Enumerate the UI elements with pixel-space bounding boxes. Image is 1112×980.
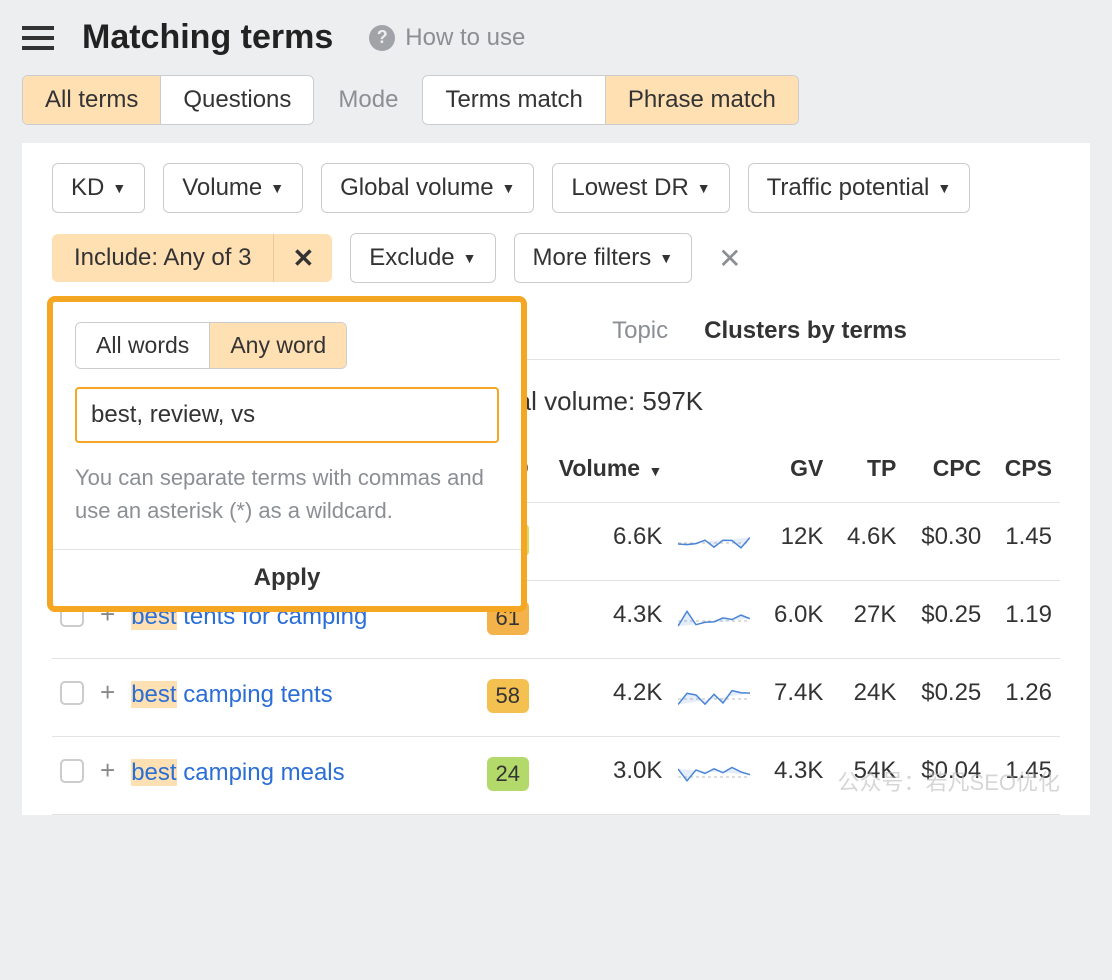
- cluster-terms[interactable]: Clusters by terms: [704, 317, 907, 359]
- chevron-down-icon: ▼: [659, 250, 673, 266]
- expand-icon[interactable]: +: [100, 679, 115, 705]
- chevron-down-icon: ▼: [937, 180, 951, 196]
- cell-tp: 54K: [831, 737, 904, 815]
- col-gv[interactable]: GV: [758, 443, 831, 503]
- include-hint: You can separate terms with commas and u…: [75, 461, 499, 527]
- cell-cpc: $0.30: [904, 503, 989, 581]
- tab-questions[interactable]: Questions: [161, 76, 313, 124]
- include-terms-input[interactable]: [75, 387, 499, 443]
- cell-gv: 6.0K: [758, 581, 831, 659]
- cell-cps: 1.19: [989, 581, 1060, 659]
- include-close-icon[interactable]: ✕: [273, 234, 332, 282]
- col-tp[interactable]: TP: [831, 443, 904, 503]
- filter-volume[interactable]: Volume▼: [163, 163, 303, 213]
- cluster-topic[interactable]: Topic: [612, 317, 668, 359]
- include-filter-chip[interactable]: Include: Any of 3 ✕: [52, 234, 332, 282]
- cell-gv: 4.3K: [758, 737, 831, 815]
- filter-lowest-dr[interactable]: Lowest DR▼: [552, 163, 729, 213]
- filter-kd[interactable]: KD▼: [52, 163, 145, 213]
- terms-questions-toggle: All terms Questions: [22, 75, 314, 125]
- cell-gv: 7.4K: [758, 659, 831, 737]
- help-label: How to use: [405, 24, 525, 52]
- chevron-down-icon: ▼: [463, 250, 477, 266]
- table-row: + best camping meals 24 3.0K 4.3K 54K $0…: [52, 737, 1060, 815]
- cell-cps: 1.45: [989, 503, 1060, 581]
- col-cpc[interactable]: CPC: [904, 443, 989, 503]
- include-popover: All words Any word You can separate term…: [47, 296, 527, 612]
- col-volume[interactable]: Volume ▼: [537, 443, 671, 503]
- expand-icon[interactable]: +: [100, 757, 115, 783]
- mode-label: Mode: [332, 86, 404, 114]
- apply-button[interactable]: Apply: [53, 549, 521, 606]
- tab-all-terms[interactable]: All terms: [23, 76, 161, 124]
- tab-all-words[interactable]: All words: [76, 323, 210, 368]
- total-volume: Total volume: 597K: [482, 360, 1060, 443]
- cell-cpc: $0.04: [904, 737, 989, 815]
- sparkline-icon: [678, 757, 750, 787]
- kd-badge: 58: [487, 679, 529, 713]
- keyword-link[interactable]: best camping meals: [131, 757, 344, 789]
- cell-gv: 12K: [758, 503, 831, 581]
- cell-volume: 3.0K: [537, 737, 671, 815]
- filter-more[interactable]: More filters▼: [514, 233, 693, 283]
- cell-tp: 24K: [831, 659, 904, 737]
- how-to-use-link[interactable]: ? How to use: [369, 24, 525, 52]
- cell-cps: 1.26: [989, 659, 1060, 737]
- include-label: Include: Any of 3: [52, 234, 273, 282]
- cell-tp: 27K: [831, 581, 904, 659]
- clear-filters-icon[interactable]: ✕: [710, 242, 749, 275]
- cell-volume: 4.3K: [537, 581, 671, 659]
- chevron-down-icon: ▼: [502, 180, 516, 196]
- col-cps[interactable]: CPS: [989, 443, 1060, 503]
- cell-cpc: $0.25: [904, 659, 989, 737]
- filter-traffic-potential[interactable]: Traffic potential▼: [748, 163, 971, 213]
- tab-any-word[interactable]: Any word: [210, 323, 346, 368]
- sparkline-icon: [678, 679, 750, 709]
- row-checkbox[interactable]: [60, 759, 84, 783]
- cell-cpc: $0.25: [904, 581, 989, 659]
- cell-tp: 4.6K: [831, 503, 904, 581]
- filter-global-volume[interactable]: Global volume▼: [321, 163, 534, 213]
- tab-terms-match[interactable]: Terms match: [423, 76, 605, 124]
- sort-desc-icon: ▼: [648, 463, 662, 479]
- cell-volume: 4.2K: [537, 659, 671, 737]
- table-row: + best camping tents 58 4.2K 7.4K 24K $0…: [52, 659, 1060, 737]
- chevron-down-icon: ▼: [697, 180, 711, 196]
- row-checkbox[interactable]: [60, 681, 84, 705]
- cell-volume: 6.6K: [537, 503, 671, 581]
- sparkline-icon: [678, 523, 750, 553]
- cell-cps: 1.45: [989, 737, 1060, 815]
- keyword-link[interactable]: best camping tents: [131, 679, 332, 711]
- kd-badge: 24: [487, 757, 529, 791]
- match-mode-toggle: Terms match Phrase match: [422, 75, 798, 125]
- chevron-down-icon: ▼: [270, 180, 284, 196]
- help-icon: ?: [369, 25, 395, 51]
- page-title: Matching terms: [82, 18, 333, 57]
- tab-phrase-match[interactable]: Phrase match: [606, 76, 798, 124]
- sparkline-icon: [678, 601, 750, 631]
- word-match-toggle: All words Any word: [75, 322, 347, 369]
- chevron-down-icon: ▼: [112, 180, 126, 196]
- filter-exclude[interactable]: Exclude▼: [350, 233, 495, 283]
- hamburger-menu[interactable]: [22, 26, 54, 50]
